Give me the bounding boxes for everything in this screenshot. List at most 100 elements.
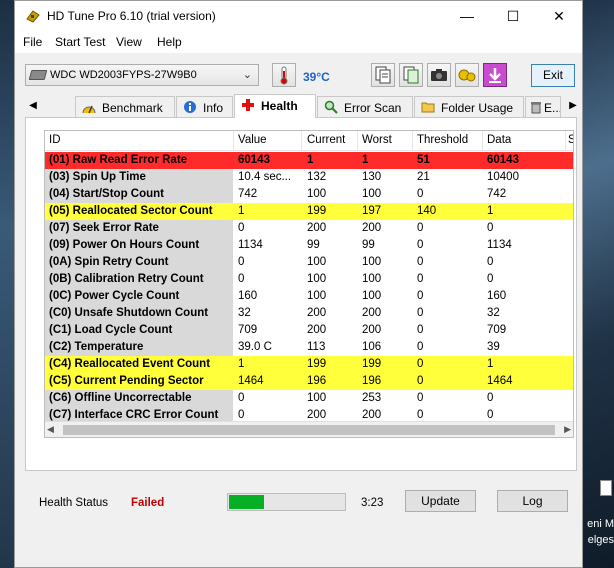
thermometer-button[interactable]	[272, 63, 296, 87]
scroll-left-icon[interactable]: ◀	[47, 424, 54, 435]
scrollbar-thumb[interactable]	[63, 425, 555, 435]
info-copy-icon	[375, 66, 391, 84]
cell-id: (03) Spin Up Time	[45, 169, 233, 186]
cell-data: 709	[487, 324, 507, 336]
cell-value: 39.0 C	[238, 341, 272, 353]
desktop-file-icon[interactable]	[600, 480, 612, 496]
table-row[interactable]: (C0) Unsafe Shutdown Count 32 200 200 0 32	[45, 305, 573, 322]
trash-icon	[531, 102, 541, 114]
cell-value: 742	[238, 188, 258, 200]
tab-error-scan[interactable]: Error Scan	[317, 96, 413, 117]
table-row[interactable]: (C4) Reallocated Event Count 1 199 199 0 1	[45, 356, 573, 373]
tab-erase-label: E...	[544, 101, 561, 115]
column-threshold[interactable]: Threshold	[417, 134, 468, 146]
minimize-button[interactable]: —	[444, 1, 490, 33]
cell-data: 0	[487, 256, 494, 268]
tab-health[interactable]: Health	[234, 94, 316, 118]
cell-threshold: 0	[417, 188, 424, 200]
cell-value: 10.4 sec...	[238, 171, 292, 183]
close-button[interactable]: ✕	[536, 1, 582, 33]
cell-data: 0	[487, 222, 494, 234]
table-row[interactable]: (C5) Current Pending Sector 1464 196 196 0 14…	[45, 373, 573, 390]
cell-worst: 199	[362, 358, 382, 370]
copy-info-button[interactable]	[371, 63, 395, 87]
desktop-background-left	[0, 0, 14, 568]
column-current[interactable]: Current	[307, 134, 345, 146]
tab-scroll-left-icon[interactable]: ◀	[25, 97, 41, 115]
cell-threshold: 0	[417, 273, 424, 285]
cell-id: (04) Start/Stop Count	[45, 186, 233, 203]
cell-value: 1464	[238, 375, 264, 387]
scroll-right-icon[interactable]: ▶	[564, 424, 571, 435]
cell-value: 160	[238, 290, 258, 302]
table-row[interactable]: (0A) Spin Retry Count 0 100 100 0 0	[45, 254, 573, 271]
screenshot-button[interactable]	[427, 63, 451, 87]
cell-current: 199	[307, 358, 327, 370]
window-title: HD Tune Pro 6.10 (trial version)	[47, 9, 216, 23]
cell-threshold: 0	[417, 392, 424, 404]
tab-scroll-right-icon[interactable]: ▶	[565, 97, 581, 115]
menu-view[interactable]: View	[116, 35, 142, 49]
title-bar[interactable]: HD Tune Pro 6.10 (trial version) — ☐ ✕	[15, 1, 582, 33]
cell-threshold: 21	[417, 171, 430, 183]
cell-data: 1	[487, 205, 494, 217]
cell-current: 113	[307, 341, 326, 353]
tab-info-label: Info	[203, 101, 224, 115]
maximize-button[interactable]: ☐	[490, 1, 536, 33]
column-extra[interactable]: S	[568, 134, 573, 146]
cell-worst: 99	[362, 239, 375, 251]
cell-threshold: 0	[417, 375, 424, 387]
cell-current: 100	[307, 256, 327, 268]
menu-help[interactable]: Help	[157, 35, 182, 49]
tab-health-label: Health	[261, 99, 298, 113]
cell-id: (C0) Unsafe Shutdown Count	[45, 305, 233, 322]
tab-benchmark[interactable]: Benchmark	[75, 96, 175, 117]
tab-erase[interactable]: E...	[525, 96, 561, 117]
cell-worst: 100	[362, 290, 382, 302]
table-row[interactable]: (05) Reallocated Sector Count 1 199 197 140 1	[45, 203, 573, 220]
table-row[interactable]: (C1) Load Cycle Count 709 200 200 0 709	[45, 322, 573, 339]
cell-worst: 100	[362, 256, 382, 268]
column-value[interactable]: Value	[238, 134, 267, 146]
menu-file[interactable]: File	[23, 35, 42, 49]
cell-id: (C5) Current Pending Sector	[49, 375, 204, 387]
tab-info[interactable]: Info	[176, 96, 233, 117]
horizontal-scrollbar[interactable]: ◀ ▶	[45, 421, 573, 437]
exit-button[interactable]: Exit	[531, 64, 575, 87]
table-row[interactable]: (C6) Offline Uncorrectable 0 100 253 0 0	[45, 390, 573, 407]
cell-current: 100	[307, 188, 327, 200]
table-row[interactable]: (03) Spin Up Time 10.4 sec... 132 130 21 1040…	[45, 169, 573, 186]
table-row[interactable]: (07) Seek Error Rate 0 200 200 0 0	[45, 220, 573, 237]
save-button[interactable]	[483, 63, 507, 87]
column-worst[interactable]: Worst	[362, 134, 392, 146]
table-row[interactable]: (01) Raw Read Error Rate 60143 1 1 51 60143	[45, 152, 573, 169]
cell-worst: 1	[362, 154, 369, 166]
column-id[interactable]: ID	[49, 134, 61, 146]
cell-value: 0	[238, 273, 245, 285]
cell-current: 200	[307, 324, 327, 336]
cell-id: (C6) Offline Uncorrectable	[45, 390, 233, 407]
copy-button[interactable]	[399, 63, 423, 87]
cell-id: (0A) Spin Retry Count	[45, 254, 233, 271]
menu-start-test[interactable]: Start Test	[55, 35, 105, 49]
table-header: ID Value Current Worst Threshold Data S	[45, 131, 573, 151]
options-button[interactable]	[455, 63, 479, 87]
cell-data: 1134	[487, 239, 512, 251]
column-data[interactable]: Data	[487, 134, 511, 146]
tab-strip: ◀ Benchmark Info Health Error Scan Folde…	[25, 94, 577, 118]
drive-select[interactable]: WDC WD2003FYPS-27W9B0 ⌄	[25, 64, 259, 86]
update-button[interactable]: Update	[405, 490, 476, 512]
cell-current: 200	[307, 307, 327, 319]
table-row[interactable]: (C2) Temperature 39.0 C 113 106 0 39	[45, 339, 573, 356]
hdtune-window: HD Tune Pro 6.10 (trial version) — ☐ ✕ F…	[14, 0, 583, 568]
table-row[interactable]: (04) Start/Stop Count 742 100 100 0 742	[45, 186, 573, 203]
table-row[interactable]: (0B) Calibration Retry Count 0 100 100 0 0	[45, 271, 573, 288]
tab-folder-usage[interactable]: Folder Usage	[414, 96, 524, 117]
table-row[interactable]: (0C) Power Cycle Count 160 100 100 0 160	[45, 288, 573, 305]
settings-icon	[458, 69, 476, 82]
progress-bar	[227, 493, 346, 511]
log-button[interactable]: Log	[497, 490, 568, 512]
cell-id: (05) Reallocated Sector Count	[49, 205, 213, 217]
cell-threshold: 0	[417, 341, 424, 353]
table-row[interactable]: (09) Power On Hours Count 1134 99 99 0 1134	[45, 237, 573, 254]
